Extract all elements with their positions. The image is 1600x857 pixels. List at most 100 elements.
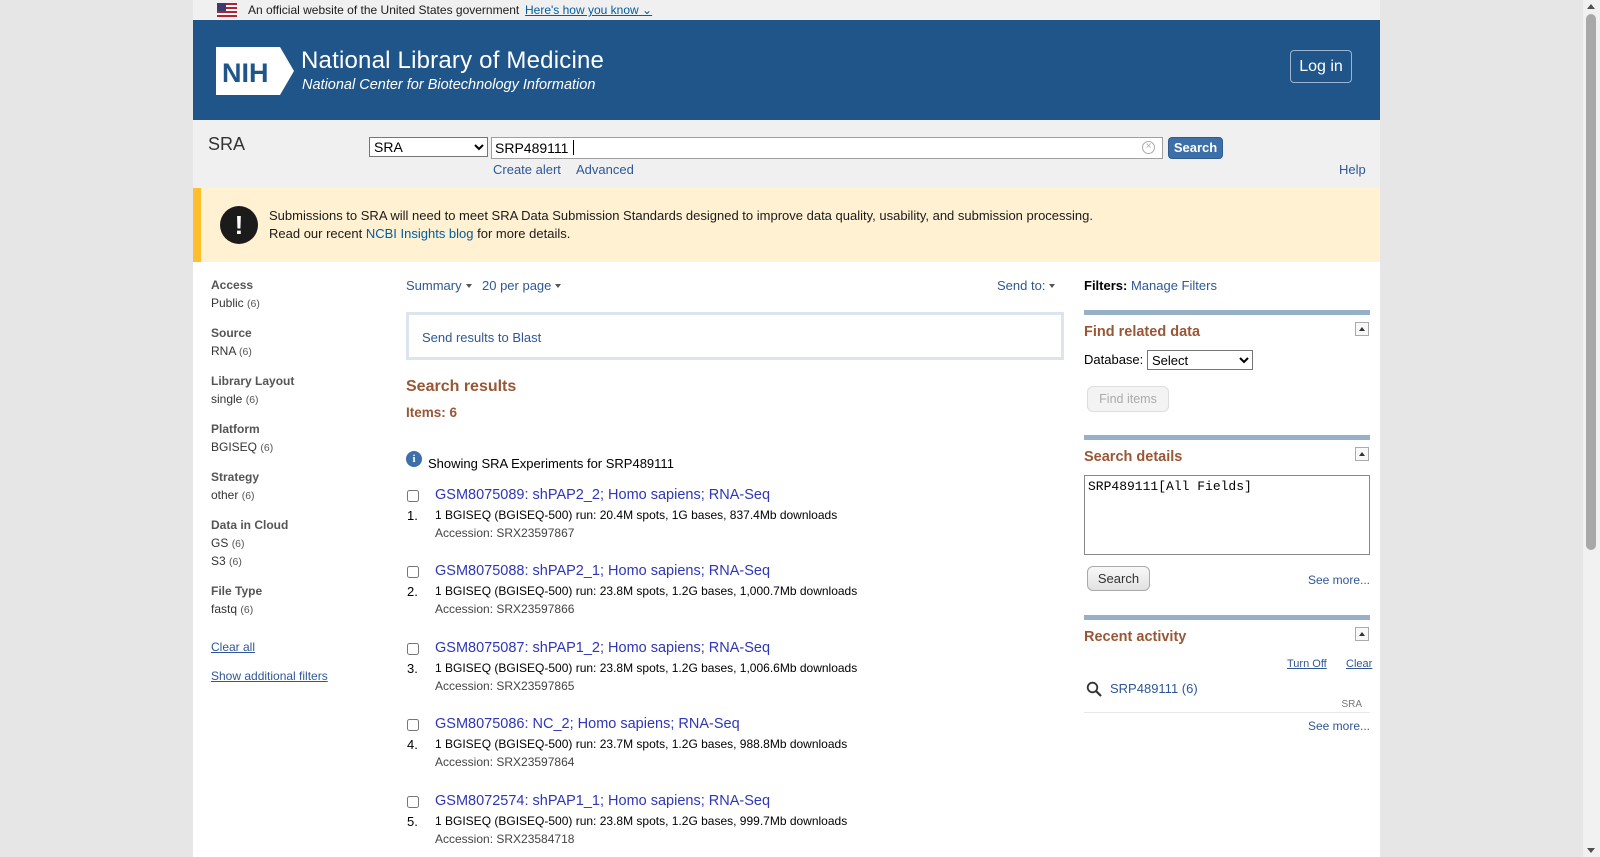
- result-accession: Accession: SRX23597866: [435, 602, 575, 616]
- search-button[interactable]: Search: [1168, 137, 1223, 159]
- filter-item-rna[interactable]: RNA (6): [211, 344, 381, 362]
- scroll-down-icon[interactable]: [1587, 848, 1595, 853]
- result-description: 1 BGISEQ (BGISEQ-500) run: 23.7M spots, …: [435, 737, 848, 751]
- portlet-title: Recent activity: [1084, 629, 1187, 645]
- page: An official website of the United States…: [193, 0, 1380, 857]
- nih-logo[interactable]: NIH: [216, 47, 294, 95]
- filter-group-library-layout: Library Layout single (6): [211, 374, 381, 422]
- database-label: Database:: [1084, 352, 1144, 367]
- result-number: 4.: [407, 737, 418, 752]
- create-alert-link[interactable]: Create alert: [493, 162, 561, 177]
- result-checkbox[interactable]: [407, 796, 419, 808]
- result-item: 1. GSM8075089: shPAP2_2; Homo sapiens; R…: [406, 487, 1056, 557]
- filter-item-fastq[interactable]: fastq (6): [211, 602, 381, 620]
- filter-item-public[interactable]: Public (6): [211, 296, 381, 314]
- showing-text: Showing SRA Experiments for SRP489111: [428, 456, 674, 471]
- filter-item-single[interactable]: single (6): [211, 392, 381, 410]
- insights-blog-link[interactable]: NCBI Insights blog: [366, 226, 474, 241]
- result-title-link[interactable]: GSM8075087: shPAP1_2; Homo sapiens; RNA-…: [435, 640, 770, 656]
- search-bar: SRA SRA SRP489111 × Search Create alert …: [193, 120, 1380, 188]
- clear-search-icon[interactable]: ×: [1142, 141, 1155, 154]
- result-checkbox[interactable]: [407, 643, 419, 655]
- filter-item-s3[interactable]: S3 (6): [211, 554, 381, 572]
- search-details-portlet: Search details SRP489111[All Fields] Sea…: [1084, 435, 1370, 595]
- filter-heading: Access: [211, 278, 254, 292]
- clear-all-filters-link[interactable]: Clear all: [211, 640, 381, 669]
- related-database-select[interactable]: Select: [1147, 350, 1253, 370]
- notice-banner: ! Submissions to SRA will need to meet S…: [193, 188, 1380, 262]
- scroll-up-icon[interactable]: [1587, 4, 1595, 9]
- collapse-toggle-icon[interactable]: [1355, 322, 1369, 336]
- result-accession: Accession: SRX23584718: [435, 832, 575, 846]
- result-description: 1 BGISEQ (BGISEQ-500) run: 23.8M spots, …: [435, 584, 858, 598]
- result-title-link[interactable]: GSM8075088: shPAP2_1; Homo sapiens; RNA-…: [435, 563, 770, 579]
- show-additional-filters-link[interactable]: Show additional filters: [211, 669, 381, 683]
- result-number: 1.: [407, 508, 418, 523]
- help-link[interactable]: Help: [1339, 162, 1366, 177]
- result-checkbox[interactable]: [407, 566, 419, 578]
- ncbi-subtitle: National Center for Biotechnology Inform…: [302, 77, 596, 93]
- see-more-link[interactable]: See more...: [1308, 573, 1370, 587]
- filter-group-strategy: Strategy other (6): [211, 470, 381, 518]
- filter-group-access: Access Public (6): [211, 278, 381, 326]
- filter-item-gs[interactable]: GS (6): [211, 536, 381, 554]
- text-caret: [573, 140, 575, 155]
- notice-text: Submissions to SRA will need to meet SRA…: [269, 207, 1093, 243]
- result-number: 5.: [407, 814, 418, 829]
- result-description: 1 BGISEQ (BGISEQ-500) run: 23.8M spots, …: [435, 814, 848, 828]
- result-title-link[interactable]: GSM8075089: shPAP2_2; Homo sapiens; RNA-…: [435, 487, 770, 503]
- database-select[interactable]: SRA: [369, 137, 488, 157]
- send-to-blast-link[interactable]: Send results to Blast: [422, 330, 541, 345]
- filter-item-bgiseq[interactable]: BGISEQ (6): [211, 440, 381, 458]
- result-checkbox[interactable]: [407, 719, 419, 731]
- search-query-text: SRP489111: [495, 140, 575, 156]
- search-input[interactable]: SRP489111 ×: [491, 137, 1163, 159]
- clear-activity-link[interactable]: Clear: [1346, 658, 1372, 670]
- gov-banner-text: An official website of the United States…: [248, 3, 520, 17]
- per-page-dropdown[interactable]: 20 per page: [482, 278, 561, 293]
- filter-heading: Source: [211, 326, 252, 340]
- activity-item: SRP489111 (6) SRA: [1084, 675, 1370, 713]
- result-description: 1 BGISEQ (BGISEQ-500) run: 20.4M spots, …: [435, 508, 838, 522]
- scrollbar-thumb[interactable]: [1586, 14, 1596, 550]
- filter-heading: File Type: [211, 584, 263, 598]
- portlet-title: Search details: [1084, 449, 1183, 465]
- filter-heading: Platform: [211, 422, 260, 436]
- format-dropdown[interactable]: Summary: [406, 278, 472, 293]
- magnifier-icon: [1086, 681, 1102, 697]
- notice-line-1: Submissions to SRA will need to meet SRA…: [269, 208, 1094, 223]
- search-details-button[interactable]: Search: [1087, 566, 1150, 591]
- result-title-link[interactable]: GSM8072574: shPAP1_1; Homo sapiens; RNA-…: [435, 793, 770, 809]
- collapse-toggle-icon[interactable]: [1355, 447, 1369, 461]
- how-you-know-link[interactable]: Here's how you know ⌄: [525, 3, 652, 17]
- nlm-header: NIH National Library of Medicine Nationa…: [193, 20, 1380, 120]
- manage-filters-link[interactable]: Manage Filters: [1131, 278, 1217, 293]
- result-accession: Accession: SRX23597865: [435, 679, 575, 693]
- find-items-button[interactable]: Find items: [1087, 386, 1169, 412]
- turn-off-link[interactable]: Turn Off: [1287, 658, 1327, 670]
- collapse-toggle-icon[interactable]: [1355, 627, 1369, 641]
- send-to-dropdown[interactable]: Send to:: [997, 278, 1055, 293]
- result-item: 3. GSM8075087: shPAP1_2; Homo sapiens; R…: [406, 640, 1056, 710]
- search-details-textarea[interactable]: SRP489111[All Fields]: [1084, 475, 1370, 555]
- portlet-title: Find related data: [1084, 324, 1201, 340]
- login-button[interactable]: Log in: [1290, 50, 1352, 83]
- notice-line-2: Read our recent NCBI Insights blog for m…: [269, 226, 571, 241]
- chevron-down-icon: ⌄: [642, 3, 653, 17]
- filter-item-other[interactable]: other (6): [211, 488, 381, 506]
- advanced-search-link[interactable]: Advanced: [576, 162, 634, 177]
- result-title-link[interactable]: GSM8075086: NC_2; Homo sapiens; RNA-Seq: [435, 716, 740, 732]
- find-related-data-portlet: Find related data Database: Select Find …: [1084, 310, 1370, 420]
- see-more-link[interactable]: See more...: [1308, 719, 1370, 733]
- result-accession: Accession: SRX23597864: [435, 755, 575, 769]
- result-item: 2. GSM8075088: shPAP2_1; Homo sapiens; R…: [406, 563, 1056, 633]
- us-flag-icon: [217, 3, 237, 17]
- result-checkbox[interactable]: [407, 490, 419, 502]
- items-count: Items: 6: [406, 405, 458, 420]
- info-icon: i: [406, 451, 422, 467]
- result-item: 4. GSM8075086: NC_2; Homo sapiens; RNA-S…: [406, 716, 1056, 786]
- nlm-title[interactable]: National Library of Medicine: [301, 47, 604, 75]
- activity-link[interactable]: SRP489111 (6): [1110, 681, 1198, 696]
- vertical-scrollbar[interactable]: [1583, 0, 1600, 857]
- activity-db-label: SRA: [1341, 699, 1362, 710]
